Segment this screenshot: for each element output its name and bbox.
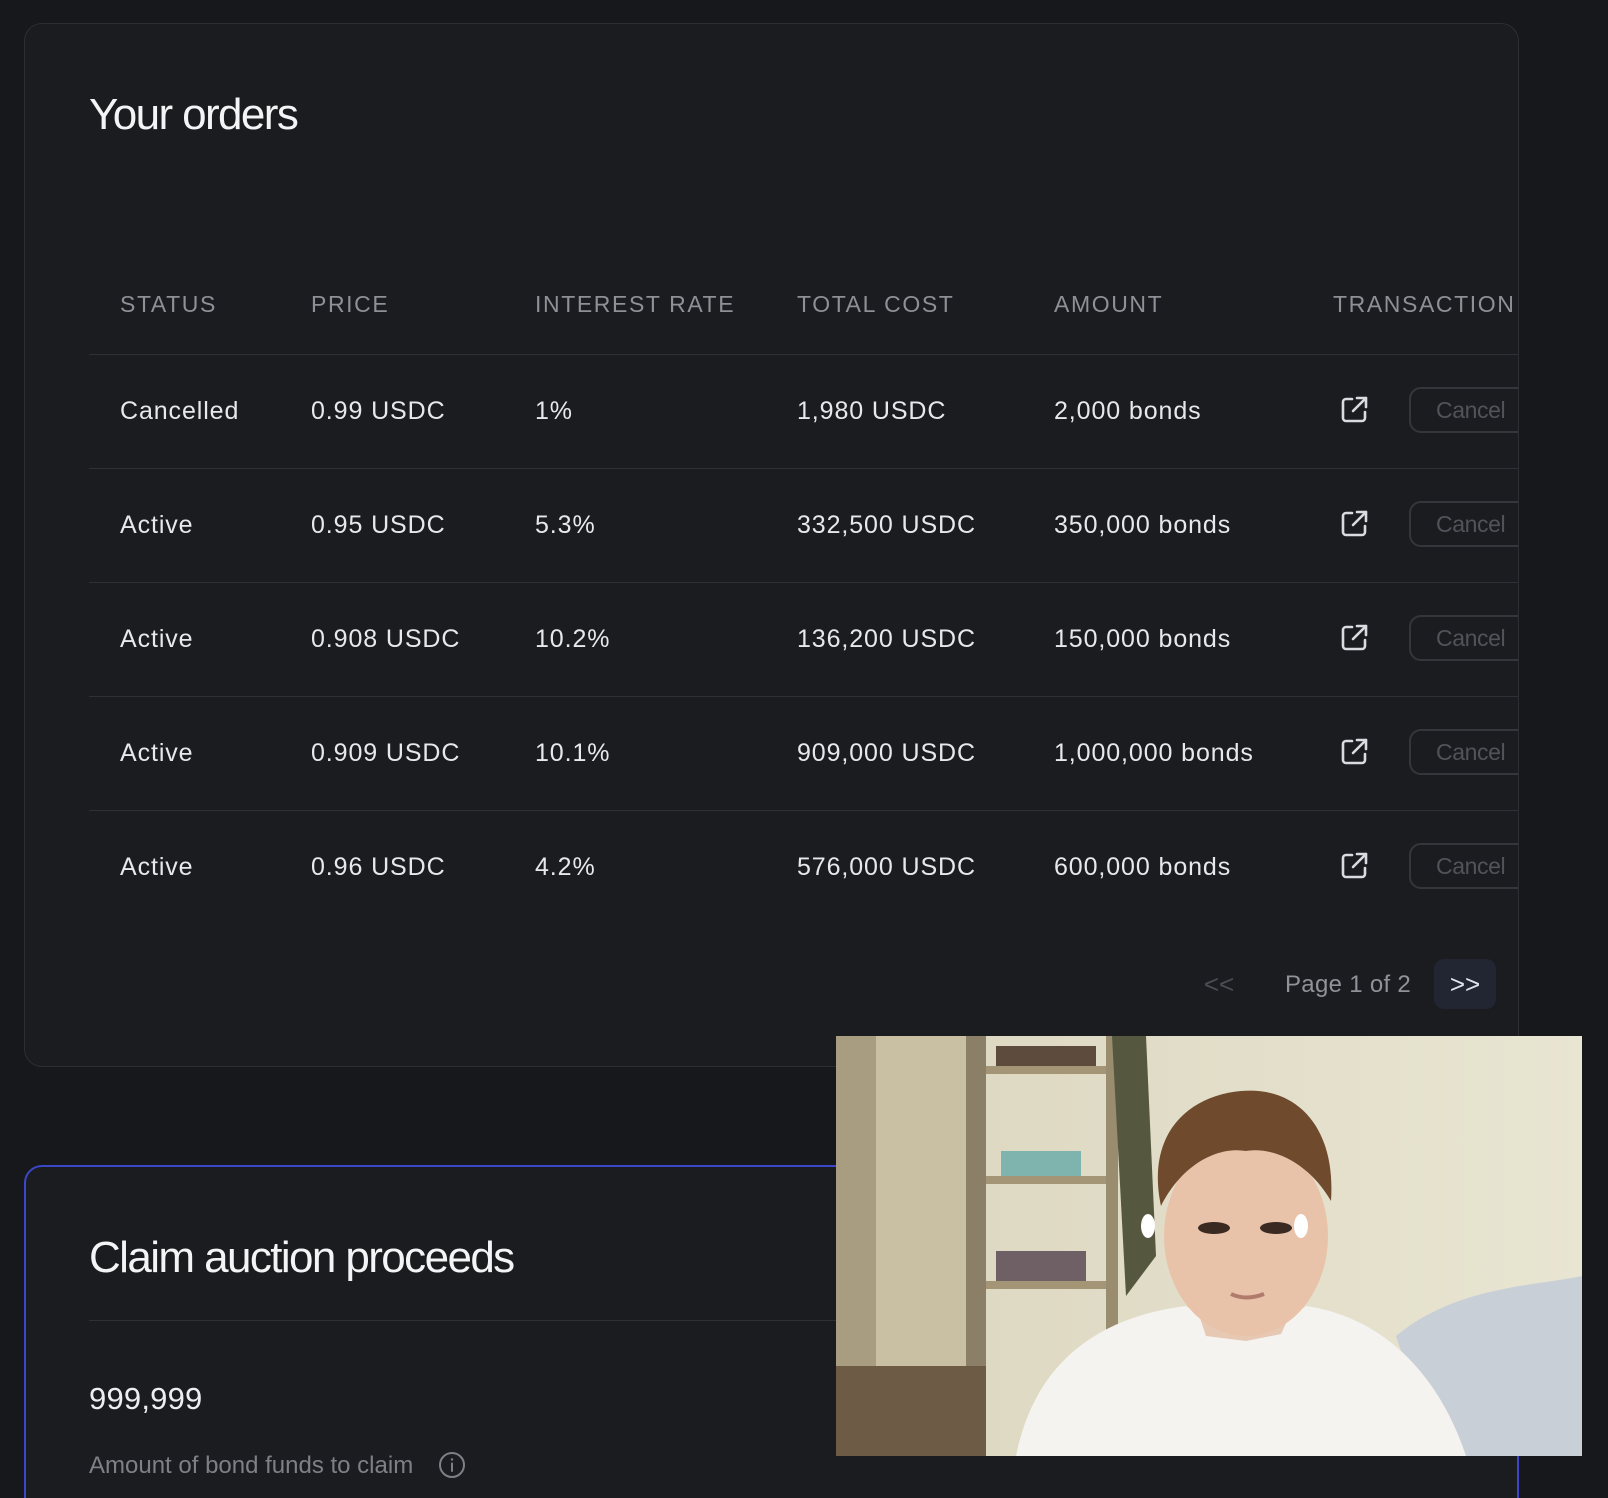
external-link-icon[interactable] [1338, 622, 1370, 654]
column-header-transaction: TRANSACTION [1333, 291, 1516, 317]
table-row: Active 0.96 USDC 4.2% 576,000 USDC 600,0… [89, 811, 1518, 924]
cancel-order-button[interactable]: Cancel [1409, 387, 1518, 433]
order-interest-rate: 1% [535, 397, 573, 425]
order-interest-rate: 4.2% [535, 853, 596, 881]
order-total-cost: 332,500 USDC [797, 511, 976, 539]
order-price: 0.99 USDC [311, 397, 446, 425]
column-header-total-cost: TOTAL COST [797, 291, 955, 317]
claim-amount-value: 999,999 [89, 1381, 203, 1416]
table-row: Active 0.909 USDC 10.1% 909,000 USDC 1,0… [89, 697, 1518, 811]
order-price: 0.909 USDC [311, 739, 461, 767]
cancel-order-button[interactable]: Cancel [1409, 843, 1518, 889]
order-price: 0.95 USDC [311, 511, 446, 539]
table-row: Active 0.95 USDC 5.3% 332,500 USDC 350,0… [89, 469, 1518, 583]
info-icon[interactable] [438, 1451, 466, 1479]
order-total-cost: 576,000 USDC [797, 853, 976, 881]
order-price: 0.908 USDC [311, 625, 461, 653]
external-link-icon[interactable] [1338, 508, 1370, 540]
order-amount: 1,000,000 bonds [1054, 739, 1254, 767]
order-amount: 2,000 bonds [1054, 397, 1202, 425]
order-interest-rate: 5.3% [535, 511, 596, 539]
order-status: Active [120, 853, 194, 881]
claim-amount-label: Amount of bond funds to claim [89, 1452, 414, 1479]
column-header-interest-rate: INTEREST RATE [535, 291, 736, 317]
orders-title: Your orders [89, 90, 299, 139]
orders-card: Your orders STATUS PRICE INTEREST RATE T… [24, 23, 1519, 1067]
table-row: Cancelled 0.99 USDC 1% 1,980 USDC 2,000 … [89, 355, 1518, 469]
cancel-order-button[interactable]: Cancel [1409, 501, 1518, 547]
column-header-price: PRICE [311, 291, 390, 317]
order-status: Active [120, 511, 194, 539]
order-status: Active [120, 625, 194, 653]
orders-table-header: STATUS PRICE INTEREST RATE TOTAL COST AM… [89, 264, 1518, 355]
table-row: Active 0.908 USDC 10.2% 136,200 USDC 150… [89, 583, 1518, 697]
external-link-icon[interactable] [1338, 736, 1370, 768]
order-amount: 350,000 bonds [1054, 511, 1232, 539]
page: Your orders STATUS PRICE INTEREST RATE T… [0, 0, 1608, 1498]
order-interest-rate: 10.2% [535, 625, 611, 653]
column-header-status: STATUS [120, 291, 217, 317]
order-amount: 150,000 bonds [1054, 625, 1232, 653]
order-status: Active [120, 739, 194, 767]
webcam-video-overlay [836, 1036, 1582, 1456]
cancel-order-button[interactable]: Cancel [1409, 729, 1518, 775]
order-price: 0.96 USDC [311, 853, 446, 881]
order-status: Cancelled [120, 397, 240, 425]
order-amount: 600,000 bonds [1054, 853, 1232, 881]
cancel-order-button[interactable]: Cancel [1409, 615, 1518, 661]
order-total-cost: 136,200 USDC [797, 625, 976, 653]
order-total-cost: 909,000 USDC [797, 739, 976, 767]
order-interest-rate: 10.1% [535, 739, 611, 767]
external-link-icon[interactable] [1338, 394, 1370, 426]
column-header-amount: AMOUNT [1054, 291, 1164, 317]
order-total-cost: 1,980 USDC [797, 397, 947, 425]
webcam-video-frame [836, 1036, 1582, 1456]
claim-title: Claim auction proceeds [89, 1233, 515, 1282]
external-link-icon[interactable] [1338, 850, 1370, 882]
previous-page-button[interactable]: << [1193, 959, 1245, 1009]
page-indicator: Page 1 of 2 [1285, 971, 1412, 998]
next-page-button[interactable]: >> [1434, 959, 1496, 1009]
